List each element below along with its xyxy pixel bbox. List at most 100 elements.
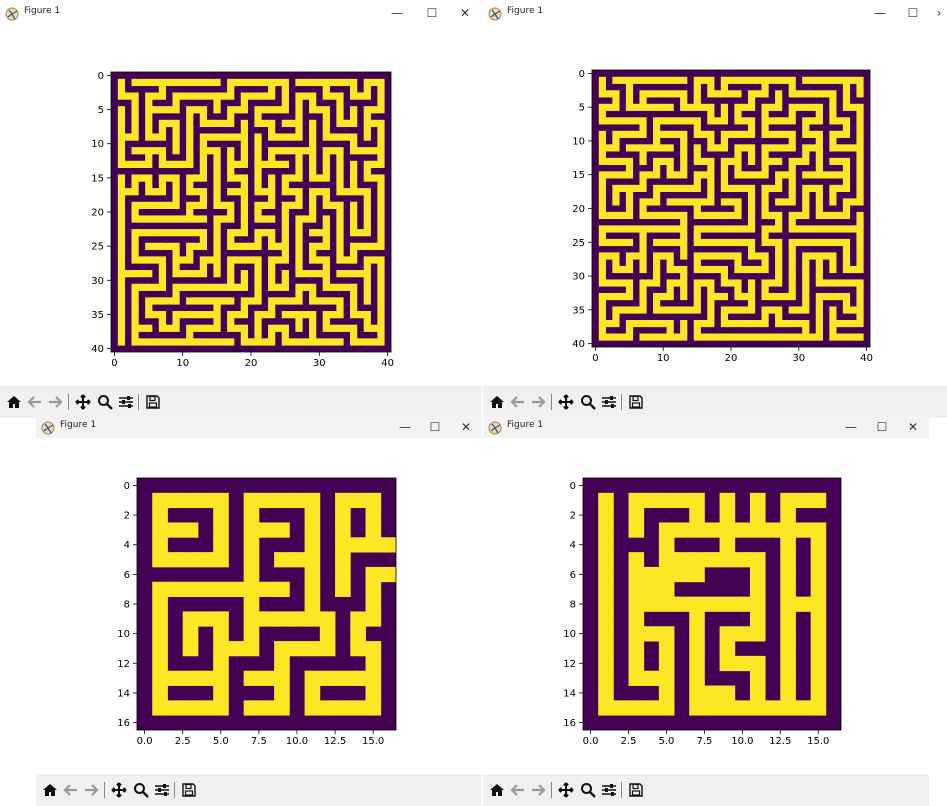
maze-cell-path (842, 157, 851, 165)
zoom-icon[interactable] (579, 393, 597, 411)
maze-cell-path (734, 265, 742, 274)
maze-cell-path (186, 181, 194, 189)
maze-cell-path (625, 286, 634, 294)
back-icon[interactable] (62, 781, 80, 799)
maze-cell-path (350, 140, 358, 148)
title-bar[interactable]: Figure 1 — ☐ › (483, 2, 947, 24)
zoom-icon[interactable] (96, 393, 114, 411)
configure-icon[interactable] (117, 393, 135, 411)
close-button[interactable]: ✕ (454, 417, 478, 437)
maze-cell-path (304, 700, 321, 716)
maximize-button[interactable]: ☐ (870, 417, 894, 437)
maze-cell-path (304, 552, 321, 568)
maze-cell-path (309, 229, 317, 237)
maze-cell-path (145, 229, 153, 237)
maze-cell-path (220, 201, 228, 209)
minimize-button[interactable]: — (393, 417, 417, 437)
maze-cell-path (261, 215, 269, 223)
maze-cell-path (186, 133, 194, 141)
minimize-button[interactable]: — (385, 3, 409, 23)
maze-cell-path (842, 124, 851, 132)
title-bar[interactable]: Figure 1 — ☐ ✕ (483, 416, 929, 438)
home-icon[interactable] (488, 393, 506, 411)
maze-cell-path (673, 225, 681, 233)
maze-cell-path (747, 144, 756, 152)
save-icon[interactable] (627, 393, 645, 411)
save-icon[interactable] (180, 781, 198, 799)
maze-cell-path (707, 110, 715, 118)
maze-cell-path (228, 581, 245, 597)
zoom-icon[interactable] (579, 781, 597, 799)
close-button[interactable]: ✕ (901, 417, 925, 437)
maze-cell-path (258, 611, 275, 627)
maze-cell-path (747, 191, 756, 199)
maze-cell-path (295, 263, 303, 271)
maze-cell-path (612, 211, 620, 220)
configure-icon[interactable] (600, 393, 618, 411)
maze-cell-path (747, 198, 756, 206)
maze-cell-path (598, 313, 606, 321)
minimize-button[interactable]: — (868, 3, 892, 23)
back-icon[interactable] (509, 781, 527, 799)
maze-cell-path (680, 265, 688, 274)
title-bar[interactable]: Figure 1 — ☐ ✕ (36, 416, 482, 438)
home-icon[interactable] (5, 393, 23, 411)
maze-cell-path (829, 259, 837, 267)
maze-cell-path (842, 164, 851, 172)
pan-icon[interactable] (74, 393, 92, 411)
x-tick-label: 0.0 (137, 736, 153, 747)
forward-icon[interactable] (529, 393, 547, 411)
forward-icon[interactable] (82, 781, 100, 799)
maximize-button[interactable]: ☐ (901, 3, 925, 23)
pan-icon[interactable] (557, 393, 575, 411)
y-tick-label: 6 (124, 570, 130, 581)
maze-cell-path (747, 265, 756, 274)
maze-cell-path (117, 181, 126, 189)
home-icon[interactable] (41, 781, 59, 799)
maze-cell-path (295, 249, 303, 257)
maze-cell-path (213, 174, 221, 182)
configure-icon[interactable] (600, 781, 618, 799)
maze-cell-path (336, 174, 344, 182)
save-icon[interactable] (627, 781, 645, 799)
maze-cell-path (598, 137, 606, 145)
maximize-button[interactable]: ☐ (423, 417, 447, 437)
maze-cell-path (658, 522, 675, 538)
back-icon[interactable] (509, 393, 527, 411)
pan-icon[interactable] (557, 781, 575, 799)
maze-cell-path (673, 265, 681, 274)
maze-cell-path (815, 299, 823, 307)
minimize-button[interactable]: — (839, 417, 863, 437)
maze-cell-path (268, 119, 276, 128)
maze-cell-path (707, 319, 715, 328)
maze-cell-path (350, 641, 366, 657)
close-button[interactable]: ✕ (453, 3, 477, 23)
maze-cell-path (186, 283, 194, 291)
maze-cell-path (295, 133, 303, 141)
maze-cell-path (849, 76, 857, 84)
pan-icon[interactable] (110, 781, 128, 799)
zoom-icon[interactable] (132, 781, 150, 799)
maze-cell-path (329, 133, 337, 141)
title-bar[interactable]: Figure 1 — ☐ ✕ (0, 2, 482, 24)
maze-cell-path (761, 103, 769, 111)
maze-cell-path (666, 326, 674, 334)
maze-cell-path (165, 324, 173, 332)
save-icon[interactable] (144, 393, 162, 411)
maze-cell-path (268, 256, 276, 264)
home-icon[interactable] (488, 781, 506, 799)
maze-cell-path (605, 90, 613, 98)
maze-cell-path (240, 215, 248, 223)
close-button[interactable]: › (927, 3, 947, 23)
maze-cell-path (598, 306, 606, 314)
configure-icon[interactable] (153, 781, 171, 799)
maze-cell-path (842, 184, 851, 193)
maze-cell-path (363, 242, 371, 250)
forward-icon[interactable] (46, 393, 64, 411)
maximize-button[interactable]: ☐ (420, 3, 444, 23)
maze-cell-path (365, 700, 382, 716)
maze-cell-path (680, 164, 688, 172)
forward-icon[interactable] (529, 781, 547, 799)
back-icon[interactable] (26, 393, 44, 411)
maze-cell-path (707, 286, 715, 294)
